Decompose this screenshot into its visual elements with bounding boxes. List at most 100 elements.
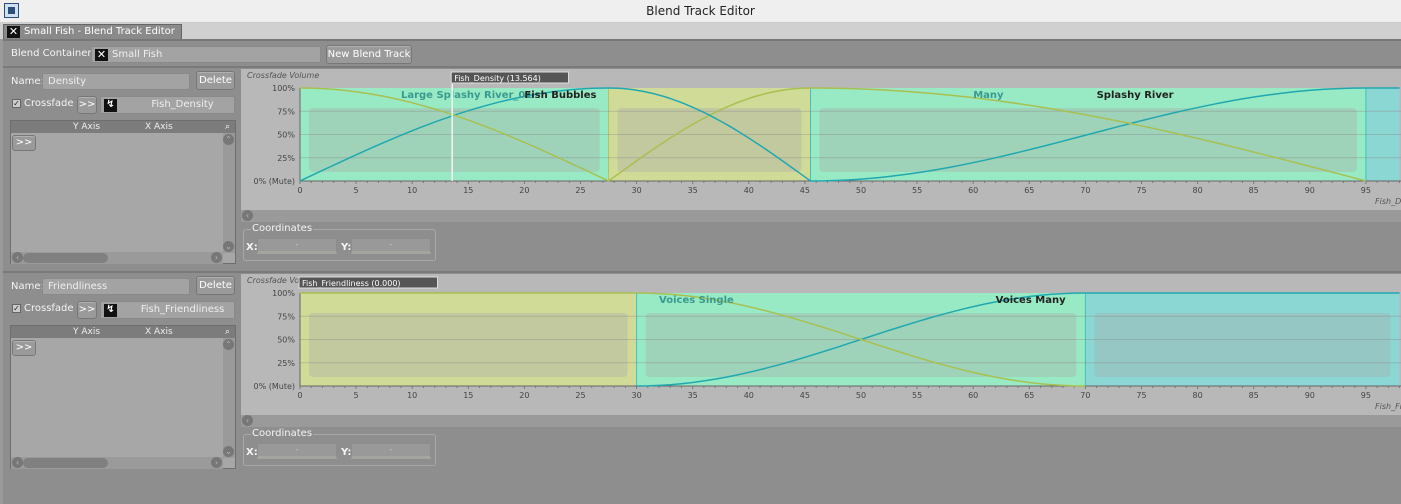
scroll-left-icon[interactable]: ‹ xyxy=(242,210,253,221)
tab-strip xyxy=(0,23,1401,39)
sound-region-label: Splashy River xyxy=(1097,90,1174,101)
crossfade-expand-button[interactable]: >> xyxy=(77,96,97,114)
x-tick-label: 60 xyxy=(968,186,978,195)
scroll-right-icon[interactable]: › xyxy=(211,252,222,263)
list-expand-button[interactable]: >> xyxy=(12,340,36,356)
blend-container-icon: ✕ xyxy=(95,48,108,61)
y-tick-label: 75% xyxy=(277,312,295,321)
y-coordinate-input[interactable]: - xyxy=(351,238,431,254)
list-expand-button[interactable]: >> xyxy=(12,135,36,151)
x-axis-header[interactable]: X Axis xyxy=(145,121,173,133)
blend-container-field[interactable]: ✕ Small Fish xyxy=(91,46,321,63)
y-tick-label: 100% xyxy=(272,84,295,93)
scroll-down-icon[interactable]: ⌄ xyxy=(223,241,234,252)
x-tick-label: 45 xyxy=(800,391,810,400)
sound-region-label: Many xyxy=(973,90,1004,101)
name-label: Name: xyxy=(11,76,44,87)
region-inner xyxy=(309,313,628,377)
scroll-thumb[interactable] xyxy=(23,253,108,263)
crossfade-expand-button[interactable]: >> xyxy=(77,301,97,319)
y-axis-header[interactable]: Y Axis xyxy=(73,121,100,133)
x-tick-label: 85 xyxy=(1249,186,1259,195)
crossfade-checkbox[interactable]: ✓ xyxy=(12,99,21,108)
blend-container-icon: ✕ xyxy=(7,25,20,38)
x-tick-label: 70 xyxy=(1080,186,1090,195)
curve-list: Y Axis X Axis ⌕ >> ⌃ ⌄ ‹ › xyxy=(10,120,236,264)
delete-track-button[interactable]: Delete xyxy=(196,71,235,90)
list-header: Y Axis X Axis ⌕ xyxy=(11,326,235,338)
x-tick-label: 45 xyxy=(800,186,810,195)
parameter-name: Fish_Density xyxy=(151,99,214,110)
y-coordinate-input[interactable]: - xyxy=(351,443,431,459)
cursor-tooltip-text: Fish_Density (13.564) xyxy=(454,74,541,83)
y-axis-header[interactable]: Y Axis xyxy=(73,326,100,338)
scroll-left-icon[interactable]: ‹ xyxy=(12,457,23,468)
x-tick-label: 10 xyxy=(407,391,417,400)
x-tick-label: 50 xyxy=(856,186,866,195)
scroll-thumb[interactable] xyxy=(23,458,108,468)
title-bar: Blend Track Editor xyxy=(0,0,1401,23)
x-coordinate-input[interactable]: - xyxy=(257,443,337,459)
x-tick-label: 55 xyxy=(912,391,922,400)
horizontal-scrollbar[interactable]: ‹ › xyxy=(11,252,223,264)
scroll-up-icon[interactable]: ⌃ xyxy=(223,339,234,350)
name-label: Name: xyxy=(11,281,44,292)
delete-track-button[interactable]: Delete xyxy=(196,276,235,295)
y-tick-label: 25% xyxy=(277,359,295,368)
x-axis-header[interactable]: X Axis xyxy=(145,326,173,338)
x-tick-label: 10 xyxy=(407,186,417,195)
vertical-scrollbar[interactable]: ⌃ ⌄ xyxy=(223,133,235,253)
crossfade-checkbox[interactable]: ✓ xyxy=(12,304,21,313)
vertical-scrollbar[interactable]: ⌃ ⌄ xyxy=(223,338,235,458)
game-parameter-icon: ↯ xyxy=(104,304,117,317)
x-tick-label: 5 xyxy=(354,186,359,195)
track-name-input[interactable]: Density xyxy=(42,73,190,90)
coordinates-group: Coordinates X: - Y: - xyxy=(243,428,436,466)
new-blend-track-button[interactable]: New Blend Track xyxy=(326,45,412,64)
horizontal-scrollbar[interactable]: ‹ › xyxy=(11,457,223,469)
x-tick-label: 70 xyxy=(1080,391,1090,400)
x-tick-label: 80 xyxy=(1193,186,1203,195)
sound-region-label: Large Splashy River_01 xyxy=(401,90,532,101)
x-tick-label: 20 xyxy=(519,391,529,400)
tab-blend-track-editor[interactable]: ✕ Small Fish - Blend Track Editor xyxy=(3,24,182,39)
x-tick-label: 40 xyxy=(744,186,754,195)
x-tick-label: 40 xyxy=(744,391,754,400)
scroll-down-icon[interactable]: ⌄ xyxy=(223,446,234,457)
blend-graph[interactable]: Crossfade Volume 0% (Mute) 25% 50% 75% 100% 0 5… xyxy=(241,274,1401,415)
scroll-left-icon[interactable]: ‹ xyxy=(12,252,23,263)
blend-graph[interactable]: Crossfade Volume 0% (Mute) 25% 50% 75% 100% 0 5… xyxy=(241,69,1401,210)
tab-label: Small Fish - Blend Track Editor xyxy=(24,26,175,37)
x-tick-label: 15 xyxy=(463,391,473,400)
x-tick-label: 30 xyxy=(632,186,642,195)
crossfade-label: Crossfade xyxy=(24,303,74,314)
x-tick-label: 95 xyxy=(1361,391,1371,400)
region-inner xyxy=(617,108,802,172)
x-tick-label: 65 xyxy=(1024,391,1034,400)
track-name-input[interactable]: Friendliness xyxy=(42,278,190,295)
x-axis-title: Fish_Friendliness xyxy=(1375,402,1401,411)
y-tick-label: 50% xyxy=(277,336,295,345)
search-icon[interactable]: ⌕ xyxy=(225,326,230,338)
blend-container-value: Small Fish xyxy=(112,49,163,60)
sound-region-label: Voices Many xyxy=(996,295,1066,306)
x-tick-label: 75 xyxy=(1136,186,1146,195)
search-icon[interactable]: ⌕ xyxy=(225,121,230,133)
x-tick-label: 0 xyxy=(297,391,302,400)
track-divider xyxy=(3,66,1401,68)
parameter-selector[interactable]: ↯ Fish_Friendliness xyxy=(100,301,235,319)
parameter-selector[interactable]: ↯ Fish_Density xyxy=(100,96,235,114)
graph-scrollbar[interactable]: ‹ xyxy=(241,210,1401,222)
y-tick-label: 50% xyxy=(277,131,295,140)
x-coordinate-input[interactable]: - xyxy=(257,238,337,254)
y-tick-label: 0% (Mute) xyxy=(253,382,295,391)
x-tick-label: 60 xyxy=(968,391,978,400)
scroll-up-icon[interactable]: ⌃ xyxy=(223,134,234,145)
scroll-left-icon[interactable]: ‹ xyxy=(242,415,253,426)
crossfade-label: Crossfade xyxy=(24,98,74,109)
x-tick-label: 65 xyxy=(1024,186,1034,195)
game-parameter-icon: ↯ xyxy=(104,99,117,112)
graph-scrollbar[interactable]: ‹ xyxy=(241,415,1401,427)
scroll-right-icon[interactable]: › xyxy=(211,457,222,468)
y-tick-label: 75% xyxy=(277,107,295,116)
